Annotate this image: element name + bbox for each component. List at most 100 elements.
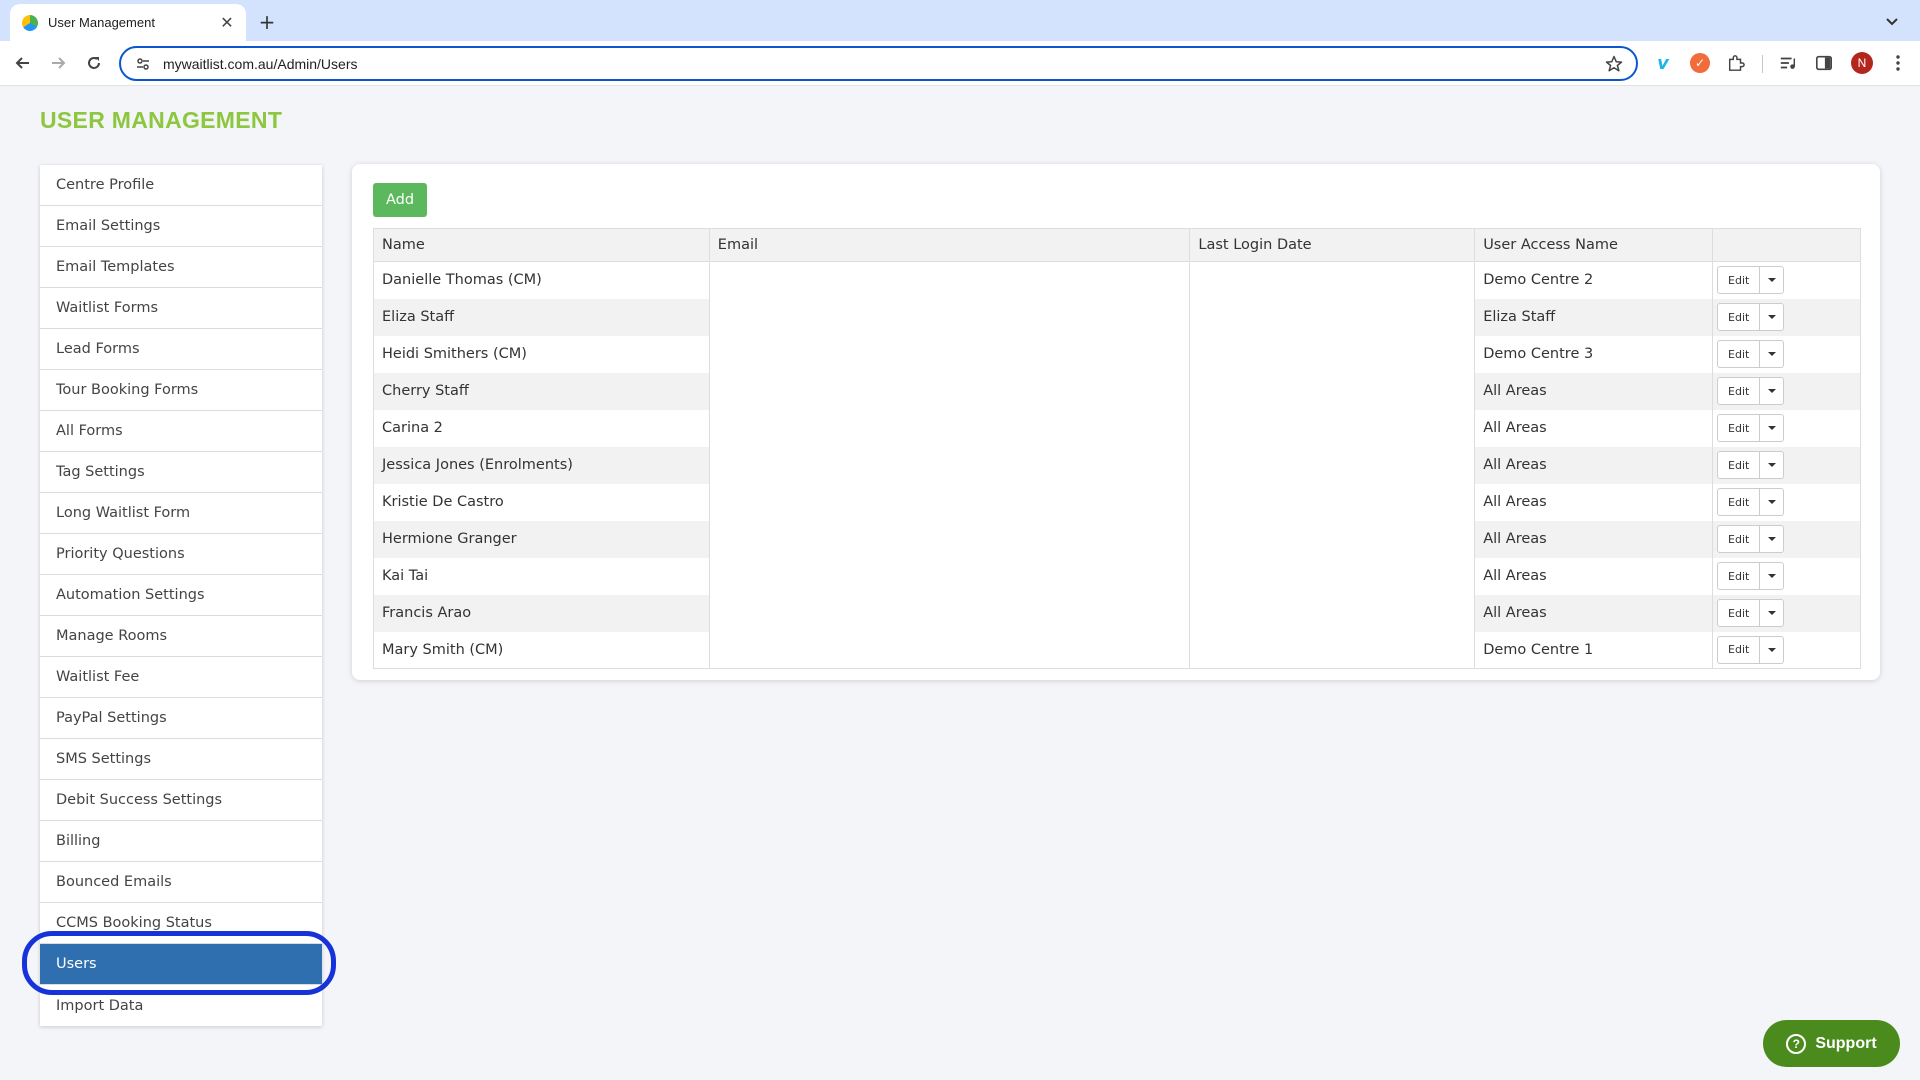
user-actions-cell: Edit: [1712, 557, 1861, 595]
sidebar-item-centre-profile[interactable]: Centre Profile: [40, 165, 322, 206]
actions-dropdown-toggle[interactable]: [1760, 414, 1785, 442]
user-email-cell: [708, 409, 1191, 447]
media-controls-icon[interactable]: [1776, 51, 1800, 75]
tab-title: User Management: [48, 15, 155, 30]
actions-dropdown-toggle[interactable]: [1760, 340, 1785, 368]
caret-down-icon: [1767, 574, 1776, 578]
sidebar-item-automation-settings[interactable]: Automation Settings: [40, 575, 322, 616]
edit-button[interactable]: Edit: [1717, 635, 1761, 664]
edit-button[interactable]: Edit: [1717, 599, 1761, 627]
edit-button[interactable]: Edit: [1717, 562, 1761, 590]
sidebar-item-sms-settings[interactable]: SMS Settings: [40, 739, 322, 780]
edit-button[interactable]: Edit: [1717, 451, 1761, 479]
edit-button[interactable]: Edit: [1717, 340, 1761, 368]
actions-dropdown-toggle[interactable]: [1760, 599, 1785, 627]
actions-dropdown-toggle[interactable]: [1760, 525, 1785, 553]
user-actions-cell: Edit: [1712, 631, 1861, 669]
sidebar-item-import-data[interactable]: Import Data: [40, 985, 322, 1026]
user-last-login-cell: [1189, 298, 1476, 336]
edit-button[interactable]: Edit: [1717, 377, 1761, 405]
sidebar-item-email-settings[interactable]: Email Settings: [40, 206, 322, 247]
sidebar-item-tour-booking-forms[interactable]: Tour Booking Forms: [40, 370, 322, 411]
column-header-name[interactable]: Name: [373, 228, 710, 262]
back-arrow-icon[interactable]: [8, 48, 38, 78]
sidebar-item-manage-rooms[interactable]: Manage Rooms: [40, 616, 322, 657]
user-email-cell: [708, 298, 1191, 336]
url-text[interactable]: mywaitlist.com.au/Admin/Users: [163, 56, 1604, 72]
sidebar-item-email-templates[interactable]: Email Templates: [40, 247, 322, 288]
site-settings-icon[interactable]: [135, 56, 151, 72]
add-user-button[interactable]: Add: [373, 183, 427, 217]
browser-toolbar: mywaitlist.com.au/Admin/Users v ✓ N: [0, 41, 1920, 86]
edit-button[interactable]: Edit: [1717, 414, 1761, 442]
user-name-cell: Hermione Granger: [373, 520, 710, 558]
user-email-cell: [708, 483, 1191, 521]
user-email-cell: [708, 372, 1191, 410]
sidebar-item-waitlist-fee[interactable]: Waitlist Fee: [40, 657, 322, 698]
table-row: Kristie De Castro All Areas Edit: [373, 483, 1861, 521]
browser-tab[interactable]: User Management ✕: [10, 4, 246, 41]
sidebar-item-waitlist-forms[interactable]: Waitlist Forms: [40, 288, 322, 329]
sidebar-item-long-waitlist-form[interactable]: Long Waitlist Form: [40, 493, 322, 534]
sidebar-item-all-forms[interactable]: All Forms: [40, 411, 322, 452]
table-row: Mary Smith (CM) Demo Centre 1 Edit: [373, 631, 1861, 669]
user-access-cell: All Areas: [1474, 409, 1714, 447]
browser-menu-icon[interactable]: [1886, 51, 1910, 75]
user-actions-cell: Edit: [1712, 594, 1861, 632]
actions-dropdown-toggle[interactable]: [1760, 488, 1785, 516]
address-bar[interactable]: mywaitlist.com.au/Admin/Users: [119, 46, 1638, 81]
sidebar-item-bounced-emails[interactable]: Bounced Emails: [40, 862, 322, 903]
user-name-cell: Carina 2: [373, 409, 710, 447]
support-button[interactable]: ? Support: [1763, 1020, 1900, 1067]
profile-avatar[interactable]: N: [1850, 51, 1874, 75]
caret-down-icon: [1767, 463, 1776, 467]
edit-button[interactable]: Edit: [1717, 303, 1761, 331]
user-name-cell: Danielle Thomas (CM): [373, 261, 710, 299]
sidebar-item-billing[interactable]: Billing: [40, 821, 322, 862]
actions-dropdown-toggle[interactable]: [1760, 562, 1785, 590]
actions-dropdown-toggle[interactable]: [1760, 451, 1785, 479]
actions-dropdown-toggle[interactable]: [1760, 635, 1785, 664]
column-header-email[interactable]: Email: [708, 228, 1191, 262]
orange-extension-icon[interactable]: ✓: [1688, 51, 1712, 75]
sidebar-item-ccms-booking-status[interactable]: CCMS Booking Status: [40, 903, 322, 944]
new-tab-button[interactable]: +: [253, 8, 281, 36]
user-access-cell: Eliza Staff: [1474, 298, 1714, 336]
actions-dropdown-toggle[interactable]: [1760, 303, 1785, 331]
column-header-user-access[interactable]: User Access Name: [1474, 228, 1714, 262]
sidebar-item-debit-success-settings[interactable]: Debit Success Settings: [40, 780, 322, 821]
caret-down-icon: [1767, 500, 1776, 504]
sidebar-item-lead-forms[interactable]: Lead Forms: [40, 329, 322, 370]
user-name-cell: Francis Arao: [373, 594, 710, 632]
sidebar-item-users[interactable]: Users: [40, 944, 322, 985]
vimeo-extension-icon[interactable]: v: [1651, 51, 1675, 75]
user-actions-cell: Edit: [1712, 298, 1861, 336]
actions-dropdown-toggle[interactable]: [1760, 377, 1785, 405]
user-last-login-cell: [1189, 594, 1476, 632]
user-access-cell: All Areas: [1474, 520, 1714, 558]
table-row: Kai Tai All Areas Edit: [373, 557, 1861, 595]
sidebar-item-paypal-settings[interactable]: PayPal Settings: [40, 698, 322, 739]
sidebar-item-tag-settings[interactable]: Tag Settings: [40, 452, 322, 493]
user-last-login-cell: [1189, 557, 1476, 595]
edit-button[interactable]: Edit: [1717, 525, 1761, 553]
extensions-puzzle-icon[interactable]: [1724, 51, 1748, 75]
column-header-last-login[interactable]: Last Login Date: [1189, 228, 1476, 262]
tab-close-icon[interactable]: ✕: [218, 13, 236, 32]
side-panel-icon[interactable]: [1812, 51, 1836, 75]
table-row: Carina 2 All Areas Edit: [373, 409, 1861, 447]
user-last-login-cell: [1189, 335, 1476, 373]
caret-down-icon: [1767, 426, 1776, 430]
actions-dropdown-toggle[interactable]: [1760, 266, 1785, 295]
tab-search-chevron-icon[interactable]: [1878, 8, 1906, 36]
user-access-cell: Demo Centre 1: [1474, 631, 1714, 669]
sidebar-item-priority-questions[interactable]: Priority Questions: [40, 534, 322, 575]
user-access-cell: Demo Centre 2: [1474, 261, 1714, 299]
user-access-cell: All Areas: [1474, 446, 1714, 484]
edit-button[interactable]: Edit: [1717, 266, 1761, 295]
user-actions-cell: Edit: [1712, 261, 1861, 299]
reload-icon[interactable]: [79, 48, 109, 78]
forward-arrow-icon[interactable]: [43, 48, 73, 78]
edit-button[interactable]: Edit: [1717, 488, 1761, 516]
bookmark-star-icon[interactable]: [1604, 54, 1624, 74]
